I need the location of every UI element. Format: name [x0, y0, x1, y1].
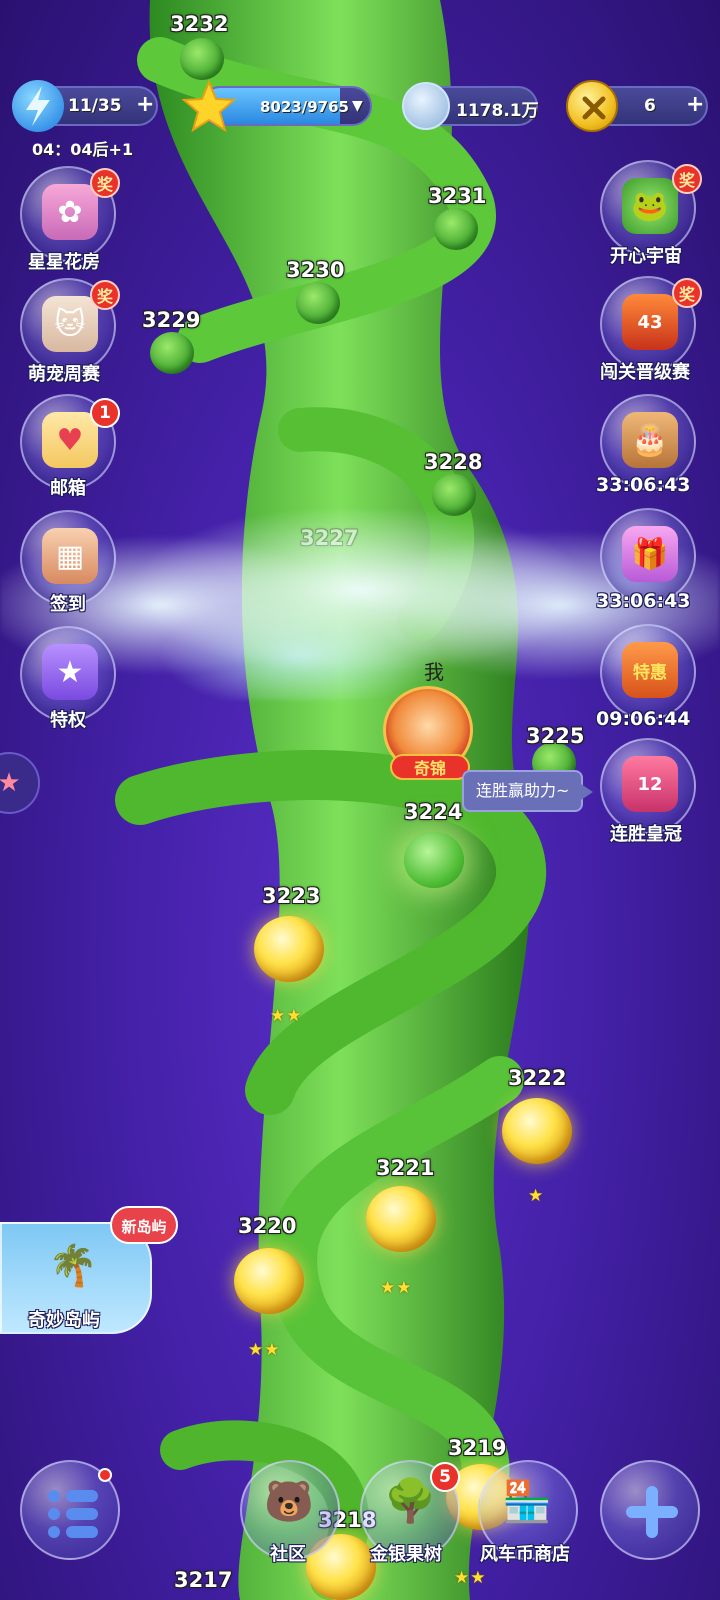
level-label-3221: 3221 [376, 1156, 435, 1180]
level-node-3221[interactable] [366, 1186, 436, 1252]
leaf-coin-icon [402, 82, 450, 130]
cat-pet-icon: 🐱 [42, 296, 98, 352]
happy-universe-label: 开心宇宙 [610, 246, 682, 267]
rank-race-reward-badge: 奖 [672, 278, 702, 308]
level-stars-3220: ★★ [248, 1340, 281, 1360]
sale-shop-timer: 09:06:44 [596, 708, 691, 730]
lives-timer: 04：04后+1 [32, 140, 134, 159]
money-tree-label: 金银果树 [370, 1544, 442, 1565]
palm-island-icon: 🌴 [48, 1243, 98, 1289]
mailbox-count-badge: 1 [90, 398, 120, 428]
lightning-icon [12, 80, 64, 132]
checkin-label: 签到 [50, 594, 86, 615]
level-label-3224: 3224 [404, 800, 463, 824]
gold-value: 6 [644, 96, 656, 116]
pet-weekly-label: 萌宠周赛 [28, 364, 100, 385]
shop-stall-icon: 🏪 [502, 1479, 552, 1525]
plus-icon [626, 1486, 678, 1538]
level-label-3231: 3231 [428, 184, 487, 208]
money-tree-badge: 5 [430, 1462, 460, 1492]
community-icon: 🐻 [264, 1479, 314, 1525]
star-icon [180, 78, 238, 136]
me-label: 我 [424, 660, 444, 684]
gift-box-icon: 🎁 [622, 526, 678, 582]
lives-value: 11/35 [68, 96, 122, 116]
new-island-tag: 新岛屿 [110, 1206, 178, 1244]
rank-race-label: 闯关晋级赛 [600, 362, 690, 383]
level-label-3222: 3222 [508, 1066, 567, 1090]
calendar-icon: ▦ [42, 528, 98, 584]
stars-dropdown-icon[interactable]: ▼ [352, 98, 363, 114]
windmill-shop-label: 风车币商店 [480, 1544, 570, 1565]
level-label-3232: 3232 [170, 12, 229, 36]
pet-weekly-reward-badge: 奖 [90, 280, 120, 310]
mail-icon: ♥ [42, 412, 98, 468]
streak-crown-label: 连胜皇冠 [610, 824, 682, 845]
privilege-label: 特权 [50, 710, 86, 731]
level-node-3229[interactable] [150, 332, 194, 374]
lives-plus-button[interactable]: + [136, 92, 154, 117]
level-label-3217: 3217 [174, 1568, 233, 1592]
menu-notify-dot [98, 1468, 112, 1482]
level-label-3228: 3228 [424, 450, 483, 474]
gold-coin-icon [566, 80, 618, 132]
level-label-3223: 3223 [262, 884, 321, 908]
level-node-3224-current[interactable] [404, 832, 464, 888]
level-stars-3219: ★★ [454, 1568, 487, 1588]
rank-shield-icon: 43 [622, 294, 678, 350]
flower-house-reward-badge: 奖 [90, 168, 120, 198]
coins-value: 1178.1万 [456, 101, 539, 121]
level-node-3222[interactable] [502, 1098, 572, 1164]
mailbox-label: 邮箱 [50, 478, 86, 499]
bear-cake-icon: 🎂 [622, 412, 678, 468]
level-node-3220[interactable] [234, 1248, 304, 1314]
frog-universe-icon: 🐸 [622, 178, 678, 234]
level-label-3219: 3219 [448, 1436, 507, 1460]
flower-house-icon: ✿ [42, 184, 98, 240]
level-node-3223[interactable] [254, 916, 324, 982]
gift-event-timer: 33:06:43 [596, 590, 691, 612]
level-label-3229: 3229 [142, 308, 201, 332]
money-tree-icon: 🌳 [384, 1476, 437, 1525]
level-label-3225: 3225 [526, 724, 585, 748]
level-node-3232[interactable] [180, 38, 224, 80]
stars-value: 8023/9765 [260, 98, 349, 116]
level-node-3230[interactable] [296, 282, 340, 324]
player-avatar-tag: 奇锦 [390, 754, 470, 780]
happy-universe-reward-badge: 奖 [672, 164, 702, 194]
bird-privilege-icon: ★ [42, 644, 98, 700]
streak-tooltip: 连胜赢助力~ [462, 770, 594, 812]
level-stars-3223: ★★ [270, 1006, 303, 1026]
community-label: 社区 [270, 1544, 306, 1565]
add-button[interactable] [600, 1460, 700, 1560]
gold-plus-button[interactable]: + [686, 92, 704, 117]
level-node-3231[interactable] [434, 208, 478, 250]
level-label-3220: 3220 [238, 1214, 297, 1238]
sale-shop-button[interactable]: 特惠 [600, 624, 696, 720]
level-stars-3222: ★ [528, 1186, 545, 1206]
sale-shop-icon: 特惠 [622, 642, 678, 698]
crown-streak-icon: 12 [622, 756, 678, 812]
level-label-3230: 3230 [286, 258, 345, 282]
level-stars-3221: ★★ [380, 1278, 413, 1298]
flower-house-label: 星星花房 [28, 252, 100, 273]
wonder-island-label: 奇妙岛屿 [28, 1310, 100, 1331]
bear-event-timer: 33:06:43 [596, 474, 691, 496]
